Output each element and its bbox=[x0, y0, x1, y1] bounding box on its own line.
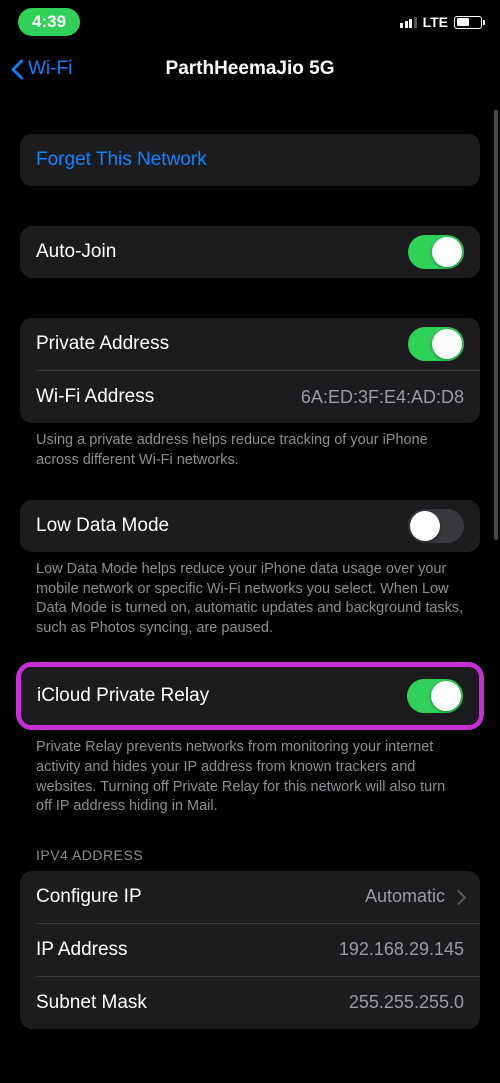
subnet-mask-label: Subnet Mask bbox=[36, 992, 147, 1014]
relay-toggle[interactable] bbox=[407, 679, 463, 713]
relay-footer: Private Relay prevents networks from mon… bbox=[20, 730, 480, 816]
configure-ip-label: Configure IP bbox=[36, 886, 142, 908]
network-type: LTE bbox=[423, 14, 448, 30]
autojoin-toggle[interactable] bbox=[408, 235, 464, 269]
autojoin-row: Auto-Join bbox=[20, 226, 480, 278]
relay-label: iCloud Private Relay bbox=[37, 685, 209, 707]
low-data-footer: Low Data Mode helps reduce your iPhone d… bbox=[20, 552, 480, 638]
status-bar: 4:39 LTE bbox=[0, 0, 500, 44]
private-address-toggle[interactable] bbox=[408, 327, 464, 361]
status-right: LTE bbox=[400, 14, 482, 30]
chevron-right-icon bbox=[455, 889, 464, 905]
ipv4-header: IPV4 ADDRESS bbox=[20, 847, 480, 871]
wifi-address-label: Wi-Fi Address bbox=[36, 386, 154, 408]
private-address-label: Private Address bbox=[36, 333, 169, 355]
low-data-toggle[interactable] bbox=[408, 509, 464, 543]
scrollbar[interactable] bbox=[494, 110, 498, 540]
low-data-group: Low Data Mode bbox=[20, 500, 480, 552]
private-address-footer: Using a private address helps reduce tra… bbox=[20, 423, 480, 470]
forget-group: Forget This Network bbox=[20, 134, 480, 186]
wifi-address-value: 6A:ED:3F:E4:AD:D8 bbox=[301, 387, 464, 408]
private-address-row: Private Address bbox=[20, 318, 480, 370]
relay-row: iCloud Private Relay bbox=[21, 667, 479, 725]
nav-bar: Wi-Fi ParthHeemaJio 5G bbox=[0, 44, 500, 94]
forget-label: Forget This Network bbox=[36, 149, 207, 171]
ip-address-label: IP Address bbox=[36, 939, 128, 961]
battery-icon bbox=[454, 16, 482, 29]
configure-ip-value: Automatic bbox=[365, 886, 445, 907]
private-address-group: Private Address Wi-Fi Address 6A:ED:3F:E… bbox=[20, 318, 480, 423]
back-label: Wi-Fi bbox=[28, 58, 72, 80]
forget-network-button[interactable]: Forget This Network bbox=[20, 134, 480, 186]
subnet-mask-value: 255.255.255.0 bbox=[349, 992, 464, 1013]
status-time: 4:39 bbox=[18, 8, 80, 36]
autojoin-group: Auto-Join bbox=[20, 226, 480, 278]
back-button[interactable]: Wi-Fi bbox=[10, 58, 72, 80]
ip-address-row: IP Address 192.168.29.145 bbox=[20, 924, 480, 976]
page-title: ParthHeemaJio 5G bbox=[0, 58, 500, 80]
low-data-row: Low Data Mode bbox=[20, 500, 480, 552]
low-data-label: Low Data Mode bbox=[36, 515, 169, 537]
autojoin-label: Auto-Join bbox=[36, 241, 116, 263]
ipv4-group: Configure IP Automatic IP Address 192.16… bbox=[20, 871, 480, 1029]
chevron-left-icon bbox=[10, 58, 24, 80]
wifi-address-row: Wi-Fi Address 6A:ED:3F:E4:AD:D8 bbox=[20, 371, 480, 423]
subnet-mask-row: Subnet Mask 255.255.255.0 bbox=[20, 977, 480, 1029]
relay-highlight: iCloud Private Relay bbox=[16, 662, 484, 730]
ip-address-value: 192.168.29.145 bbox=[339, 939, 464, 960]
relay-group: iCloud Private Relay bbox=[21, 667, 479, 725]
configure-ip-row[interactable]: Configure IP Automatic bbox=[20, 871, 480, 923]
signal-icon bbox=[400, 16, 417, 28]
